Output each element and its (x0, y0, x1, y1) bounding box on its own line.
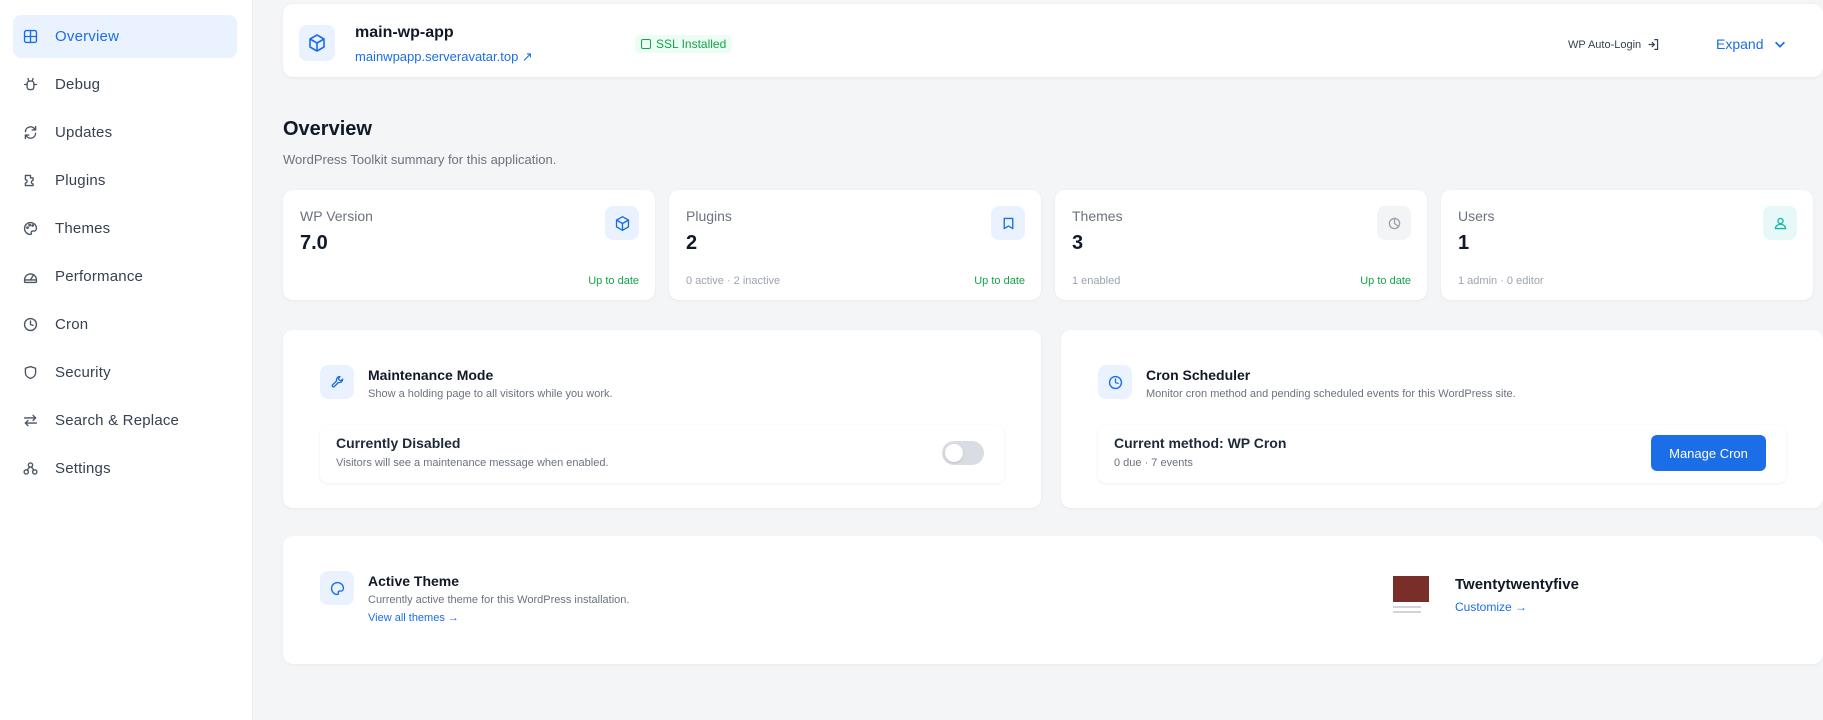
cron-method-title: Current method: WP Cron (1114, 435, 1286, 451)
wp-auto-login-button[interactable]: WP Auto-Login (1568, 38, 1660, 51)
active-theme-desc: Currently active theme for this WordPres… (368, 594, 630, 606)
sidebar-item-performance[interactable]: Performance (13, 255, 237, 298)
stat-value: 1 (1458, 232, 1470, 254)
grid-icon (19, 26, 41, 48)
stat-note: 1 admin · 0 editor (1458, 275, 1544, 287)
sidebar-item-updates[interactable]: Updates (13, 111, 237, 154)
clock-icon (1098, 365, 1132, 399)
stat-note: 1 enabled (1072, 275, 1121, 287)
stat-value: 3 (1072, 232, 1084, 254)
ssl-status-badge: SSL Installed (635, 35, 733, 53)
stat-value: 2 (686, 232, 698, 254)
active-theme-title: Active Theme (368, 573, 460, 589)
maintenance-title: Maintenance Mode (368, 367, 494, 383)
view-all-themes-link[interactable]: View all themes → (368, 612, 459, 624)
maintenance-desc: Show a holding page to all visitors whil… (368, 388, 613, 400)
page-subtitle: WordPress Toolkit summary for this appli… (283, 152, 557, 167)
expand-button[interactable]: Expand (1716, 36, 1787, 52)
user-icon (1763, 206, 1797, 240)
sidebar-item-label: Cron (55, 316, 89, 333)
manage-cron-button[interactable]: Manage Cron (1651, 435, 1766, 471)
sidebar-item-label: Updates (55, 124, 113, 141)
sidebar-item-label: Debug (55, 76, 101, 93)
theme-thumbnail (1383, 568, 1437, 622)
stat-label: Plugins (686, 208, 732, 224)
stat-label: Themes (1072, 208, 1123, 224)
stat-label: WP Version (300, 208, 373, 224)
lock-icon (641, 39, 651, 49)
wrench-icon (320, 365, 354, 399)
app-header: main-wp-app mainwpapp.serveravatar.top ↗… (283, 4, 1823, 77)
sidebar-item-label: Performance (55, 268, 144, 285)
sidebar-item-label: Themes (55, 220, 111, 237)
cron-title: Cron Scheduler (1146, 367, 1251, 383)
palette-icon (320, 571, 354, 605)
cron-events: 0 due · 7 events (1114, 457, 1193, 469)
sidebar-item-label: Overview (55, 28, 120, 45)
sidebar-item-security[interactable]: Security (13, 351, 237, 394)
bug-icon (19, 74, 41, 96)
settings-icon (19, 458, 41, 480)
cube-icon (299, 25, 335, 61)
stat-status: Up to date (588, 275, 639, 287)
cron-method-value: WP Cron (1227, 435, 1287, 451)
sidebar-item-search-replace[interactable]: Search & Replace (13, 399, 237, 442)
cron-method-prefix: Current method: (1114, 435, 1228, 451)
cube-icon (605, 206, 639, 240)
customize-theme-link[interactable]: Customize → (1455, 600, 1527, 614)
expand-label: Expand (1716, 36, 1764, 52)
sidebar-item-settings[interactable]: Settings (13, 447, 237, 490)
cron-desc: Monitor cron method and pending schedule… (1146, 388, 1516, 400)
main-content: main-wp-app mainwpapp.serveravatar.top ↗… (252, 0, 1823, 720)
maintenance-state-title: Currently Disabled (336, 435, 461, 451)
maintenance-toggle[interactable] (942, 441, 984, 465)
login-icon (1648, 39, 1659, 50)
stat-value: 7.0 (300, 232, 328, 254)
refresh-icon (19, 122, 41, 144)
stat-note: 0 active · 2 inactive (686, 275, 781, 287)
palette-icon (1377, 206, 1411, 240)
sidebar-item-themes[interactable]: Themes (13, 207, 237, 250)
app-domain-link[interactable]: mainwpapp.serveravatar.top ↗ (355, 49, 533, 65)
cron-method-box: Current method: WP Cron 0 due · 7 events… (1098, 425, 1786, 483)
palette-icon (19, 218, 41, 240)
stat-card-themes: Themes 3 1 enabled Up to date (1055, 190, 1427, 300)
sidebar: Overview Debug Updates Plugins Themes Pe… (0, 0, 250, 720)
thumbnail-image (1393, 576, 1429, 602)
sidebar-item-label: Security (55, 364, 111, 381)
sidebar-item-debug[interactable]: Debug (13, 63, 237, 106)
stat-card-wp-version: WP Version 7.0 Up to date (283, 190, 655, 300)
toggle-knob (945, 444, 963, 462)
active-theme-panel: Active Theme Currently active theme for … (283, 536, 1823, 664)
sidebar-item-plugins[interactable]: Plugins (13, 159, 237, 202)
page-title: Overview (283, 118, 372, 140)
gauge-icon (19, 266, 41, 288)
sidebar-item-label: Plugins (55, 172, 106, 189)
clock-icon (19, 314, 41, 336)
stat-label: Users (1458, 208, 1495, 224)
sidebar-item-label: Settings (55, 460, 111, 477)
active-theme-name: Twentytwentyfive (1455, 576, 1579, 593)
maintenance-state-box: Currently Disabled Visitors will see a m… (320, 425, 1004, 483)
stat-card-users: Users 1 1 admin · 0 editor (1441, 190, 1813, 300)
maintenance-state-desc: Visitors will see a maintenance message … (336, 457, 609, 469)
cron-scheduler-panel: Cron Scheduler Monitor cron method and p… (1061, 330, 1823, 508)
shield-icon (19, 362, 41, 384)
wp-auto-login-label: WP Auto-Login (1568, 38, 1642, 51)
sidebar-item-overview[interactable]: Overview (13, 15, 237, 58)
stat-status: Up to date (1360, 275, 1411, 287)
thumbnail-lines (1393, 606, 1421, 608)
app-name: main-wp-app (355, 24, 454, 41)
sidebar-item-label: Search & Replace (55, 412, 180, 429)
swap-icon (19, 410, 41, 432)
sidebar-item-cron[interactable]: Cron (13, 303, 237, 346)
stat-status: Up to date (974, 275, 1025, 287)
ssl-status-text: SSL Installed (656, 37, 727, 51)
maintenance-mode-panel: Maintenance Mode Show a holding page to … (283, 330, 1041, 508)
chevron-down-icon (1775, 41, 1786, 48)
puzzle-icon (991, 206, 1025, 240)
puzzle-icon (19, 170, 41, 192)
stat-card-plugins: Plugins 2 0 active · 2 inactive Up to da… (669, 190, 1041, 300)
